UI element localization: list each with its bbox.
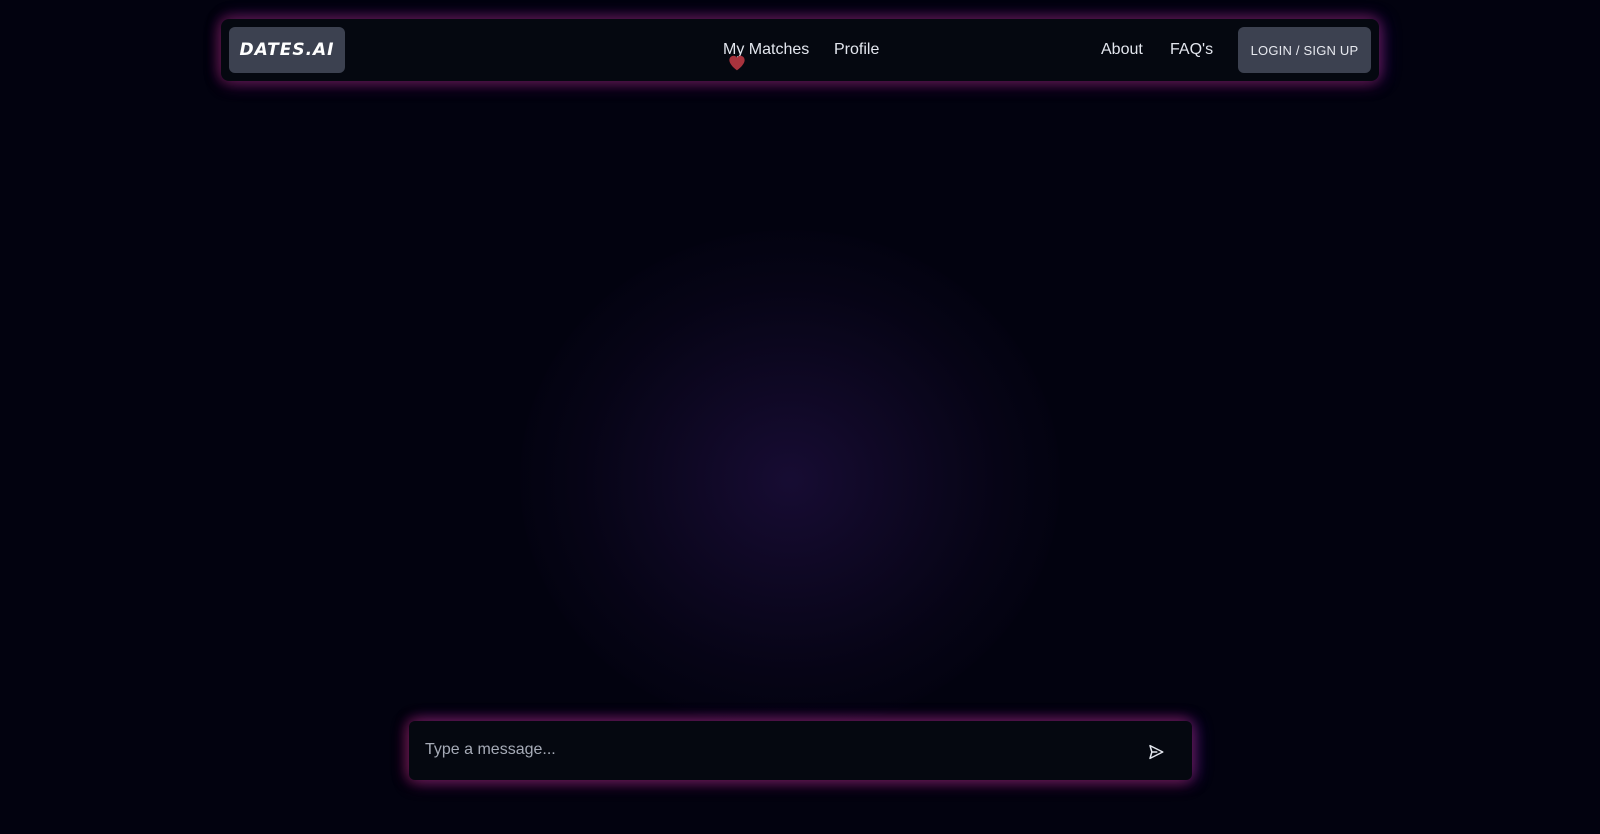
- nav-link-profile[interactable]: Profile: [834, 39, 879, 61]
- send-button[interactable]: [1144, 740, 1168, 764]
- nav-link-faqs[interactable]: FAQ's: [1170, 39, 1213, 61]
- nav-link-about[interactable]: About: [1101, 39, 1143, 61]
- heart-icon: [729, 55, 745, 71]
- chat-input-bar: [409, 721, 1192, 780]
- top-navbar: DATES.AI My Matches Profile About FAQ's …: [221, 19, 1379, 81]
- page: DATES.AI My Matches Profile About FAQ's …: [0, 0, 1600, 834]
- login-signup-button[interactable]: LOGIN / SIGN UP: [1238, 27, 1371, 73]
- message-input[interactable]: [423, 735, 1117, 765]
- logo-button[interactable]: DATES.AI: [229, 27, 345, 73]
- ambient-glow-orb: [520, 230, 1060, 730]
- send-icon: [1149, 744, 1164, 760]
